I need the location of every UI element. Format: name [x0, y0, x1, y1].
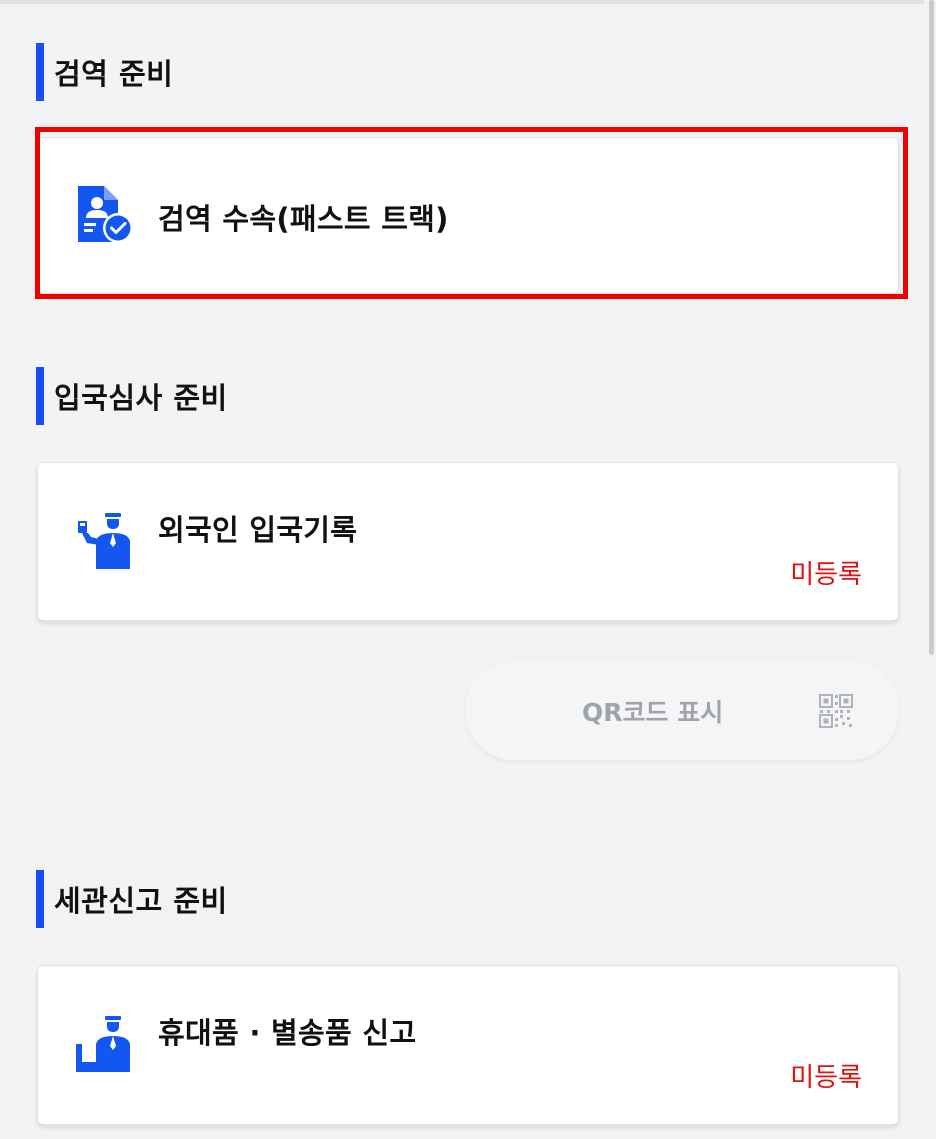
selection-highlight [35, 127, 908, 299]
qr-code-icon [819, 694, 853, 728]
card-foreign-entry-record[interactable]: 외국인 입국기록 미등록 [37, 462, 899, 621]
section-title-text: 세관신고 준비 [54, 884, 228, 918]
section-title-quarantine: 검역 준비 [36, 43, 173, 101]
scrollbar-thumb[interactable] [929, 0, 934, 655]
customs-officer-desk-icon [74, 1010, 138, 1074]
section-title-immigration: 입국심사 준비 [36, 367, 228, 425]
section-title-text: 검역 준비 [54, 57, 174, 91]
immigration-officer-icon [74, 507, 138, 571]
section-title-text: 입국심사 준비 [54, 381, 228, 415]
status-badge: 미등록 [790, 560, 862, 590]
status-badge: 미등록 [790, 1063, 862, 1093]
card-label: 휴대품 · 별송품 신고 [158, 1016, 417, 1050]
section-title-customs: 세관신고 준비 [36, 870, 228, 928]
scrollbar[interactable] [928, 0, 936, 1139]
top-divider [0, 0, 924, 4]
qr-button-label: QR코드 표시 [582, 698, 724, 727]
card-label: 외국인 입국기록 [158, 513, 358, 547]
card-customs-declaration[interactable]: 휴대품 · 별송품 신고 미등록 [37, 965, 899, 1125]
qr-code-display-button[interactable]: QR코드 표시 [464, 659, 900, 761]
